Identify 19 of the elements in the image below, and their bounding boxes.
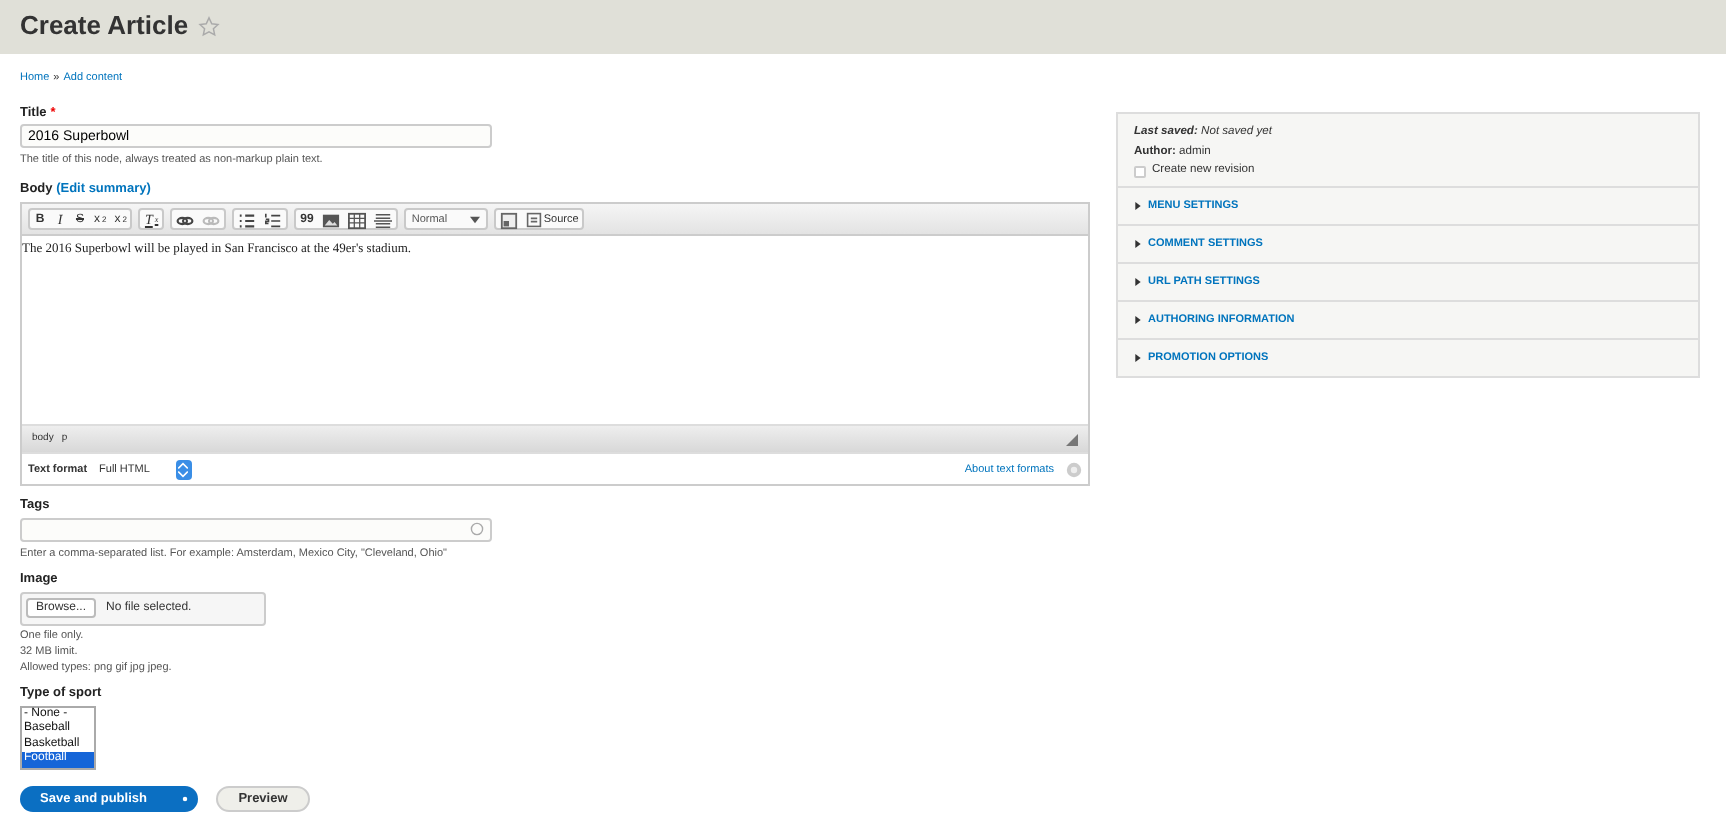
triangle-icon xyxy=(1134,353,1142,362)
table-button[interactable] xyxy=(343,210,370,231)
resize-handle-icon[interactable] xyxy=(1066,433,1078,446)
tags-field[interactable] xyxy=(20,517,492,542)
dot-icon xyxy=(182,795,188,802)
image-button[interactable] xyxy=(317,210,344,231)
triangle-icon xyxy=(1134,315,1142,324)
triangle-icon xyxy=(1134,277,1142,286)
triangle-icon xyxy=(1134,201,1142,210)
star-icon[interactable] xyxy=(198,16,221,38)
maximize-button[interactable] xyxy=(495,210,522,231)
checkbox[interactable] xyxy=(1134,165,1146,178)
rule-button[interactable] xyxy=(369,210,396,231)
page-title: Create Article xyxy=(20,12,189,42)
caret-icon xyxy=(469,215,480,224)
select-arrows-icon xyxy=(175,459,192,480)
circle-icon xyxy=(470,522,484,537)
triangle-icon xyxy=(1134,239,1142,248)
document-icon xyxy=(525,212,542,229)
